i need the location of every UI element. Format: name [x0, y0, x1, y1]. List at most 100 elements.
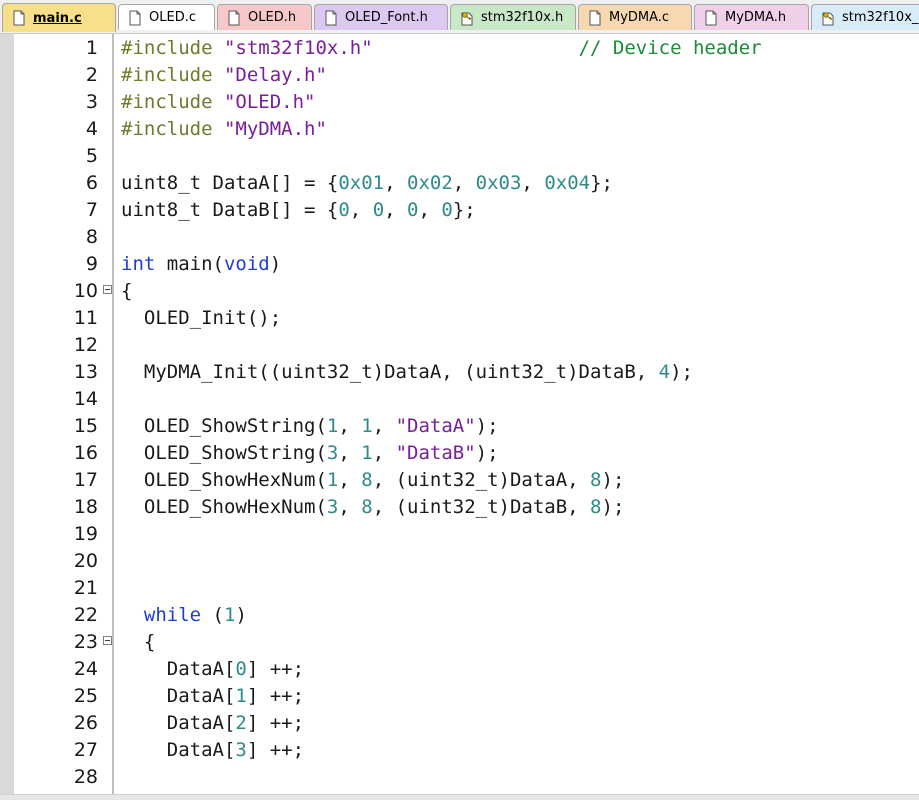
code-token: ) [269, 253, 282, 275]
code-line[interactable]: 12 [0, 332, 919, 359]
line-number: 17 [73, 469, 98, 491]
code-token: uint8_t DataA[] = { [121, 172, 339, 194]
code-line[interactable]: 7 uint8_t DataB[] = {0, 0, 0, 0}; [0, 197, 919, 224]
code-token: 1 [326, 415, 339, 437]
tab-label: OLED.c [149, 10, 196, 25]
code-token: main( [155, 253, 224, 275]
tab-mydma-c[interactable]: MyDMA.c [578, 4, 692, 30]
code-token: 3 [235, 739, 247, 761]
code-token: 8 [590, 469, 602, 491]
code-line[interactable]: 1 #include "stm32f10x.h" // Device header [0, 35, 919, 62]
code-token: , [372, 442, 396, 464]
key-file-icon [820, 10, 836, 26]
code-line[interactable]: 26 DataA[2] ++; [0, 710, 919, 737]
tab-mydma-h[interactable]: MyDMA.h [694, 4, 809, 30]
code-token: 1 [223, 604, 236, 626]
code-token: 0x03 [475, 172, 522, 194]
code-text: DataA[3] ++; [121, 737, 304, 764]
tab-main-c[interactable]: main.c [2, 3, 116, 32]
tab-stm32f10x-[interactable]: stm32f10x_ [811, 4, 919, 30]
fold-toggle-icon[interactable] [103, 636, 112, 645]
code-text: MyDMA_Init((uint32_t)DataA, (uint32_t)Da… [121, 359, 693, 386]
code-token: OLED_ShowString( [121, 442, 327, 464]
code-line[interactable]: 28 [0, 764, 919, 791]
code-text: #include "OLED.h" [121, 89, 315, 116]
code-token: ] ++; [246, 739, 305, 761]
code-line[interactable]: 22 while (1) [0, 602, 919, 629]
code-line[interactable]: 14 [0, 386, 919, 413]
code-line[interactable]: 9 int main(void) [0, 251, 919, 278]
code-token: ); [670, 361, 693, 383]
code-line[interactable]: 27 DataA[3] ++; [0, 737, 919, 764]
code-token: ); [601, 469, 625, 491]
code-token: , (uint32_t)DataB, [372, 496, 591, 518]
code-line[interactable]: 23 { [0, 629, 919, 656]
code-token: ( [201, 604, 224, 626]
code-token: int [121, 253, 156, 275]
code-token: #include [121, 118, 224, 140]
tab-oled-h[interactable]: OLED.h [217, 4, 312, 30]
line-number: 8 [85, 226, 98, 248]
code-token: #include [121, 64, 224, 86]
tab-label: stm32f10x.h [481, 10, 564, 25]
code-token: , [349, 199, 373, 221]
code-text: OLED_ShowString(3, 1, "DataB"); [121, 440, 499, 467]
line-number: 25 [73, 685, 98, 707]
fold-toggle-icon[interactable] [103, 285, 112, 294]
code-token: 3 [326, 496, 339, 518]
code-line[interactable]: 4 #include "MyDMA.h" [0, 116, 919, 143]
code-token: MyDMA_Init((uint32_t)DataA, (uint32_t)Da… [121, 361, 659, 383]
code-token: { [121, 631, 156, 653]
line-number: 10 [73, 280, 98, 302]
tab-label: OLED_Font.h [345, 10, 428, 25]
code-token: , [338, 469, 362, 491]
code-token: 2 [235, 712, 247, 734]
code-token: 1 [361, 415, 373, 437]
code-token: #include [121, 91, 224, 113]
code-line[interactable]: 25 DataA[1] ++; [0, 683, 919, 710]
code-line[interactable]: 8 [0, 224, 919, 251]
code-line[interactable]: 18 OLED_ShowHexNum(3, 8, (uint32_t)DataB… [0, 494, 919, 521]
code-line[interactable]: 13 MyDMA_Init((uint32_t)DataA, (uint32_t… [0, 359, 919, 386]
file-icon [127, 10, 143, 26]
code-line[interactable]: 15 OLED_ShowString(1, 1, "DataA"); [0, 413, 919, 440]
code-line[interactable]: 10 { [0, 278, 919, 305]
line-number: 1 [85, 37, 98, 59]
code-token: 1 [326, 469, 339, 491]
code-token: }; [590, 172, 613, 194]
code-token: , [384, 199, 408, 221]
code-editor[interactable]: 1 #include "stm32f10x.h" // Device header… [0, 34, 919, 800]
code-token: 1 [235, 685, 247, 707]
tab-oled-font-h[interactable]: OLED_Font.h [314, 4, 448, 30]
code-line[interactable]: 3 #include "OLED.h" [0, 89, 919, 116]
code-line[interactable]: 6 uint8_t DataA[] = {0x01, 0x02, 0x03, 0x… [0, 170, 919, 197]
code-token: "MyDMA.h" [223, 118, 327, 140]
code-token: OLED_ShowHexNum( [121, 469, 327, 491]
code-token: void [223, 253, 270, 275]
code-token: DataA[ [121, 658, 236, 680]
file-icon [587, 10, 603, 26]
code-line[interactable]: 24 DataA[0] ++; [0, 656, 919, 683]
code-line[interactable]: 19 [0, 521, 919, 548]
code-token: OLED_ShowString( [121, 415, 327, 437]
tab-oled-c[interactable]: OLED.c [118, 4, 215, 30]
code-token: 0 [338, 199, 350, 221]
code-text: #include "stm32f10x.h" // Device header [121, 35, 762, 62]
tab-stm32f10x-h[interactable]: stm32f10x.h [450, 4, 576, 30]
code-token: "DataA" [395, 415, 476, 437]
code-line[interactable]: 17 OLED_ShowHexNum(1, 8, (uint32_t)DataA… [0, 467, 919, 494]
code-token: 0 [372, 199, 385, 221]
code-line[interactable]: 2 #include "Delay.h" [0, 62, 919, 89]
code-token: "stm32f10x.h" [223, 37, 373, 59]
code-line[interactable]: 11 OLED_Init(); [0, 305, 919, 332]
line-number: 24 [73, 658, 98, 680]
code-token: , [338, 415, 362, 437]
code-line[interactable]: 5 [0, 143, 919, 170]
code-text: uint8_t DataA[] = {0x01, 0x02, 0x03, 0x0… [121, 170, 613, 197]
code-line[interactable]: 21 [0, 575, 919, 602]
code-line[interactable]: 20 [0, 548, 919, 575]
code-line[interactable]: 16 OLED_ShowString(3, 1, "DataB"); [0, 440, 919, 467]
horizontal-scrollbar[interactable] [0, 794, 919, 800]
tab-label: main.c [33, 10, 82, 26]
